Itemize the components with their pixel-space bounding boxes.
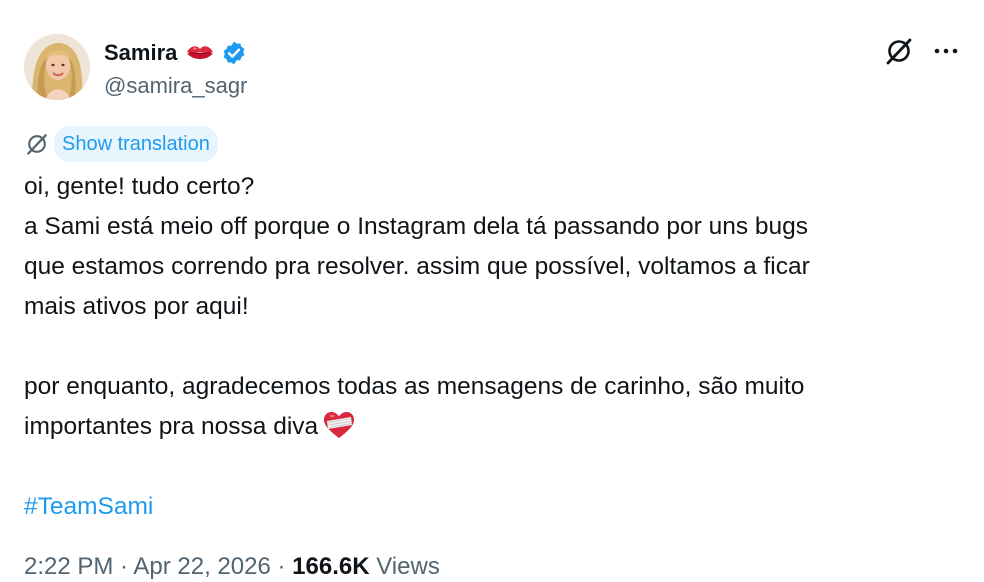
views-label: Views [369, 553, 440, 580]
kiss-mark-icon [185, 43, 215, 63]
tweet-card: Samira @samira_sagr Show translation oi,… [0, 0, 984, 580]
tweet-date[interactable]: Apr 22, 2026 [133, 553, 270, 580]
meta-separator: · [113, 553, 134, 580]
tweet-line: que estamos correndo pra resolver. assim… [24, 253, 810, 280]
grok-translate-icon [24, 131, 50, 157]
views-count: 166.6K [292, 553, 370, 580]
grok-slash-icon[interactable] [884, 36, 914, 66]
verified-badge-icon[interactable] [221, 40, 247, 66]
tweet-line: a Sami está meio off porque o Instagram … [24, 213, 809, 240]
name-row: Samira [104, 38, 247, 68]
more-dots-icon[interactable] [932, 37, 960, 65]
tweet-time[interactable]: 2:22 PM [24, 553, 113, 580]
tweet-line: por enquanto, agradecemos todas as mensa… [24, 373, 805, 400]
tweet-actions-top [884, 36, 960, 66]
tweet-header: Samira @samira_sagr [24, 34, 247, 104]
user-identity: Samira @samira_sagr [104, 38, 247, 100]
tweet-meta: 2:22 PM · Apr 22, 2026 · 166.6K Views [24, 552, 440, 582]
meta-separator: · [270, 553, 293, 580]
translation-row: Show translation [24, 126, 218, 162]
tweet-line: importantes pra nossa diva [24, 413, 319, 440]
tweet-line: oi, gente! tudo certo? [24, 173, 255, 200]
tweet-blank-line: ​ [24, 327, 964, 367]
tweet-line: mais ativos por aqui! [24, 293, 249, 320]
tweet-text: oi, gente! tudo certo? a Sami está meio … [24, 167, 964, 527]
display-name[interactable]: Samira [104, 39, 177, 67]
user-handle[interactable]: @samira_sagr [104, 72, 247, 100]
tweet-line-with-emoji: importantes pra nossa diva [24, 407, 964, 447]
mending-heart-icon [322, 410, 356, 440]
tweet-blank-line: ​ [24, 447, 964, 487]
avatar-image [24, 34, 90, 100]
avatar[interactable] [24, 34, 90, 100]
hashtag-link[interactable]: #TeamSami [24, 493, 153, 520]
tweet-hashtag-line: #TeamSami [24, 487, 964, 527]
show-translation-button[interactable]: Show translation [54, 126, 218, 162]
